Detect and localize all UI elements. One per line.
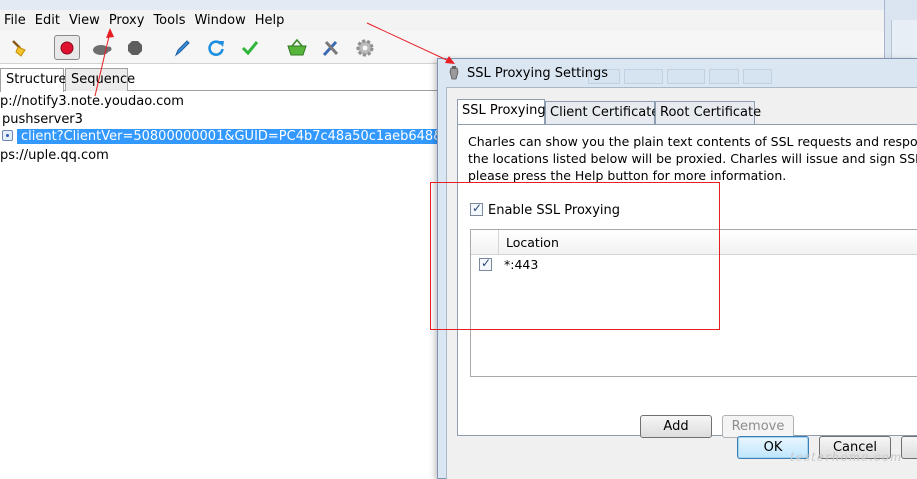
tree-folder-pushserver3[interactable]: pushserver3 [2,112,83,130]
view-tabs: Structure Sequence [0,67,440,92]
location-column-header[interactable]: Location [506,235,559,250]
basket-icon[interactable] [284,35,310,60]
description-line: the locations listed below will be proxi… [468,151,917,166]
help-button[interactable] [901,436,917,459]
add-button[interactable]: Add [640,415,712,438]
description-text: Charles can show you the plain text cont… [468,133,917,184]
refresh-icon[interactable] [203,35,229,60]
structure-tree: p://notify3.note.youdao.com pushserver3 … [0,93,497,479]
window-title-strip [0,0,884,10]
menu-help[interactable]: Help [251,13,290,28]
table-row[interactable]: *:443 [471,255,917,275]
request-icon [2,130,13,141]
description-line: Charles can show you the plain text cont… [468,134,917,149]
description-line: please press the Help button for more in… [468,168,787,183]
broom-icon[interactable] [6,35,32,60]
menu-edit[interactable]: Edit [31,13,65,28]
dialog-client-area: SSL Proxying Client Certificates Root Ce… [446,87,917,479]
tree-host-youdao[interactable]: p://notify3.note.youdao.com [0,94,184,112]
menu-file[interactable]: File [0,13,31,28]
menu-proxy[interactable]: Proxy [105,13,150,28]
settings-icon[interactable] [352,35,378,60]
watermark-text: testerhome.com [790,450,903,464]
enabled-column-header[interactable] [471,230,499,254]
stop-icon[interactable] [122,35,148,60]
enable-ssl-proxying-option[interactable]: Enable SSL Proxying [470,201,621,218]
location-value: *:443 [504,257,539,272]
location-enabled-checkbox[interactable] [479,256,492,271]
menu-tools[interactable]: Tools [149,13,190,28]
remove-button[interactable]: Remove [722,415,794,438]
tab-root-certificate[interactable]: Root Certificate [655,101,761,124]
locations-table-header: Location [471,230,917,255]
tab-client-certificates[interactable]: Client Certificates [545,101,666,124]
menu-window[interactable]: Window [190,13,250,28]
menu-bar: File Edit View Proxy Tools Window Help [0,10,884,31]
dialog-titlebar[interactable]: SSL Proxying Settings [438,59,917,87]
check-icon[interactable] [237,35,263,60]
charles-app-icon [449,66,459,80]
ssl-proxying-dialog: SSL Proxying Settings SSL Proxying Clien… [437,58,917,479]
enable-ssl-proxying-label: Enable SSL Proxying [488,203,621,218]
locations-table: Location *:443 [470,229,917,377]
tab-sequence[interactable]: Sequence [65,68,135,91]
record-icon[interactable] [54,35,80,60]
dialog-title: SSL Proxying Settings [467,65,609,81]
tools-icon[interactable] [318,35,344,60]
tree-host-qq[interactable]: ps://uple.qq.com [0,148,109,166]
enable-ssl-proxying-checkbox[interactable] [470,201,483,216]
pen-icon[interactable] [169,35,195,60]
tab-structure[interactable]: Structure [0,68,66,92]
ssl-proxying-panel: Charles can show you the plain text cont… [457,124,917,438]
menu-view[interactable]: View [65,13,105,28]
tree-request-row[interactable]: client?ClientVer=50800000001&GUID=PC4b7c… [2,129,497,147]
turtle-icon[interactable] [88,35,114,60]
tab-ssl-proxying[interactable]: SSL Proxying [457,99,546,125]
tree-request-selected[interactable]: client?ClientVer=50800000001&GUID=PC4b7c… [17,129,497,144]
